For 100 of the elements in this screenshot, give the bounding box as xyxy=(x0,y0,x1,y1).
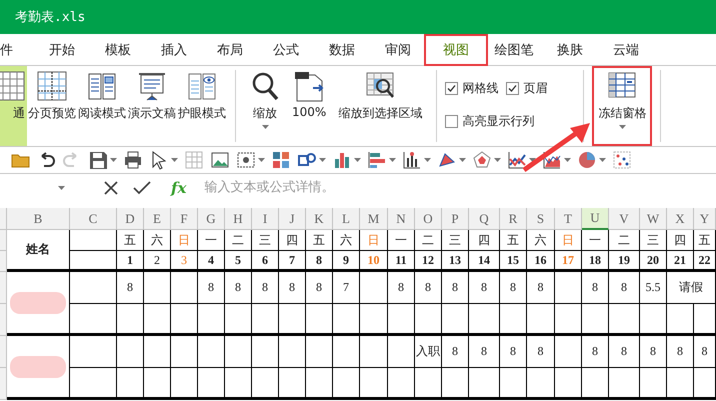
menu-tab[interactable]: 布局 xyxy=(202,38,258,62)
hours-cell: 8 xyxy=(582,272,609,304)
freeze-panes-button[interactable]: 冻结窗格 xyxy=(592,66,652,146)
column-header[interactable]: H xyxy=(225,208,252,230)
view-mode-button[interactable]: 通 xyxy=(0,66,27,146)
menu-tab[interactable]: 插入 xyxy=(146,38,202,62)
menu-tab[interactable]: 公式 xyxy=(258,38,314,62)
column-header[interactable]: G xyxy=(198,208,225,230)
weekday-cell: 三 xyxy=(442,230,469,251)
checkbox[interactable]: 网格线 xyxy=(445,80,498,97)
screenshot-icon[interactable] xyxy=(236,150,256,170)
print-icon[interactable] xyxy=(123,150,143,170)
empty-cell xyxy=(70,230,117,251)
column-header[interactable]: W xyxy=(640,208,667,230)
menu-tab[interactable]: 审阅 xyxy=(370,38,426,62)
column-header[interactable]: P xyxy=(442,208,469,230)
menu-tab[interactable]: 开始 xyxy=(34,38,90,62)
checkbox[interactable]: 高亮显示行列 xyxy=(445,113,548,130)
redacted-name xyxy=(10,292,66,314)
chart-grid-icon[interactable] xyxy=(271,150,291,170)
column-header[interactable]: S xyxy=(527,208,555,230)
hours-cell: 8 xyxy=(198,272,225,304)
column-header[interactable]: B xyxy=(7,208,70,230)
column-header[interactable]: I xyxy=(252,208,279,230)
column-header[interactable]: Q xyxy=(469,208,500,230)
menu-tab[interactable]: 件 xyxy=(0,38,34,62)
view-mode-button[interactable]: 分页预览 xyxy=(27,66,77,146)
column-header[interactable]: Y xyxy=(694,208,716,230)
menu-tab[interactable]: 数据 xyxy=(314,38,370,62)
pie-chart-icon[interactable] xyxy=(577,150,597,170)
column-header[interactable]: U xyxy=(582,208,609,230)
area-chart-icon[interactable] xyxy=(542,150,562,170)
caret-icon xyxy=(618,125,626,129)
hours-cell: 入职 xyxy=(415,336,442,368)
column-header[interactable]: M xyxy=(360,208,388,230)
column-header[interactable]: T xyxy=(555,208,582,230)
weekday-cell: 二 xyxy=(225,230,252,251)
date-cell: 19 xyxy=(609,251,640,272)
dropdown-caret-icon xyxy=(459,158,466,162)
empty-cell xyxy=(640,368,667,400)
zoom-button[interactable]: 100% xyxy=(286,66,332,146)
weekday-cell: 五 xyxy=(500,230,527,251)
empty-cell xyxy=(640,304,667,336)
menu-tab[interactable]: 绘图笔 xyxy=(486,38,542,62)
empty-cell xyxy=(667,368,694,400)
line-chart-icon[interactable] xyxy=(507,150,527,170)
column-header[interactable]: R xyxy=(500,208,527,230)
empty-cell xyxy=(388,304,415,336)
weekday-cell: 四 xyxy=(667,230,694,251)
dropdown-caret-icon xyxy=(110,158,117,162)
date-cell: 16 xyxy=(527,251,555,272)
formula-input[interactable]: 输入文本或公式详情。 xyxy=(202,179,506,196)
weekday-cell: 一 xyxy=(198,230,225,251)
view-mode-button[interactable]: 阅读模式 xyxy=(77,66,127,146)
picture-icon[interactable] xyxy=(210,150,230,170)
confirm-check-icon[interactable] xyxy=(133,180,151,196)
radar-chart-icon[interactable] xyxy=(472,150,492,170)
column-header[interactable]: C xyxy=(70,208,117,230)
hours-cell: 8 xyxy=(609,272,640,304)
weekday-cell: 四 xyxy=(469,230,500,251)
column-header[interactable]: L xyxy=(333,208,360,230)
view-mode-button[interactable]: 护眼模式 xyxy=(177,66,227,146)
empty-cell xyxy=(144,304,171,336)
date-cell: 6 xyxy=(252,251,279,272)
scatter-chart-icon[interactable] xyxy=(612,150,632,170)
function-button[interactable]: fx xyxy=(171,178,186,196)
bar-chart-icon[interactable] xyxy=(332,150,352,170)
checkbox[interactable]: 页眉 xyxy=(506,80,548,97)
zoom-button[interactable]: 缩放到选择区域 xyxy=(332,66,428,146)
view-mode-button[interactable]: 演示文稿 xyxy=(127,66,177,146)
hours-cell: 8 xyxy=(500,272,527,304)
column-header[interactable]: D xyxy=(117,208,144,230)
column-header[interactable]: X xyxy=(667,208,694,230)
hours-cell: 8 xyxy=(527,336,555,368)
page-arrow-icon xyxy=(294,70,324,102)
column-header[interactable]: F xyxy=(171,208,198,230)
date-cell: 22 xyxy=(694,251,716,272)
menu-tab[interactable]: 云端 xyxy=(598,38,654,62)
empty-cell xyxy=(171,304,198,336)
empty-cell xyxy=(279,304,306,336)
column-header[interactable]: K xyxy=(306,208,333,230)
menu-tab[interactable]: 模板 xyxy=(90,38,146,62)
dropdown-caret-icon xyxy=(494,158,501,162)
menu-tab[interactable]: 换肤 xyxy=(542,38,598,62)
column-header[interactable]: V xyxy=(609,208,640,230)
column-header[interactable]: J xyxy=(279,208,306,230)
column-header[interactable]: N xyxy=(388,208,415,230)
cancel-icon[interactable] xyxy=(103,180,119,196)
horizontal-bar-chart-icon[interactable] xyxy=(367,150,387,170)
date-cell: 18 xyxy=(582,251,609,272)
empty-cell xyxy=(415,368,442,400)
column-header[interactable]: E xyxy=(144,208,171,230)
weekday-cell: 六 xyxy=(527,230,555,251)
column-header[interactable]: O xyxy=(415,208,442,230)
save-icon[interactable] xyxy=(88,150,108,170)
menu-tab[interactable]: 视图 xyxy=(426,36,486,64)
stock-chart-icon[interactable] xyxy=(402,150,422,170)
empty-cell xyxy=(252,304,279,336)
zoom-button[interactable]: 缩放 xyxy=(244,66,286,146)
dropdown-caret-icon xyxy=(354,158,361,162)
